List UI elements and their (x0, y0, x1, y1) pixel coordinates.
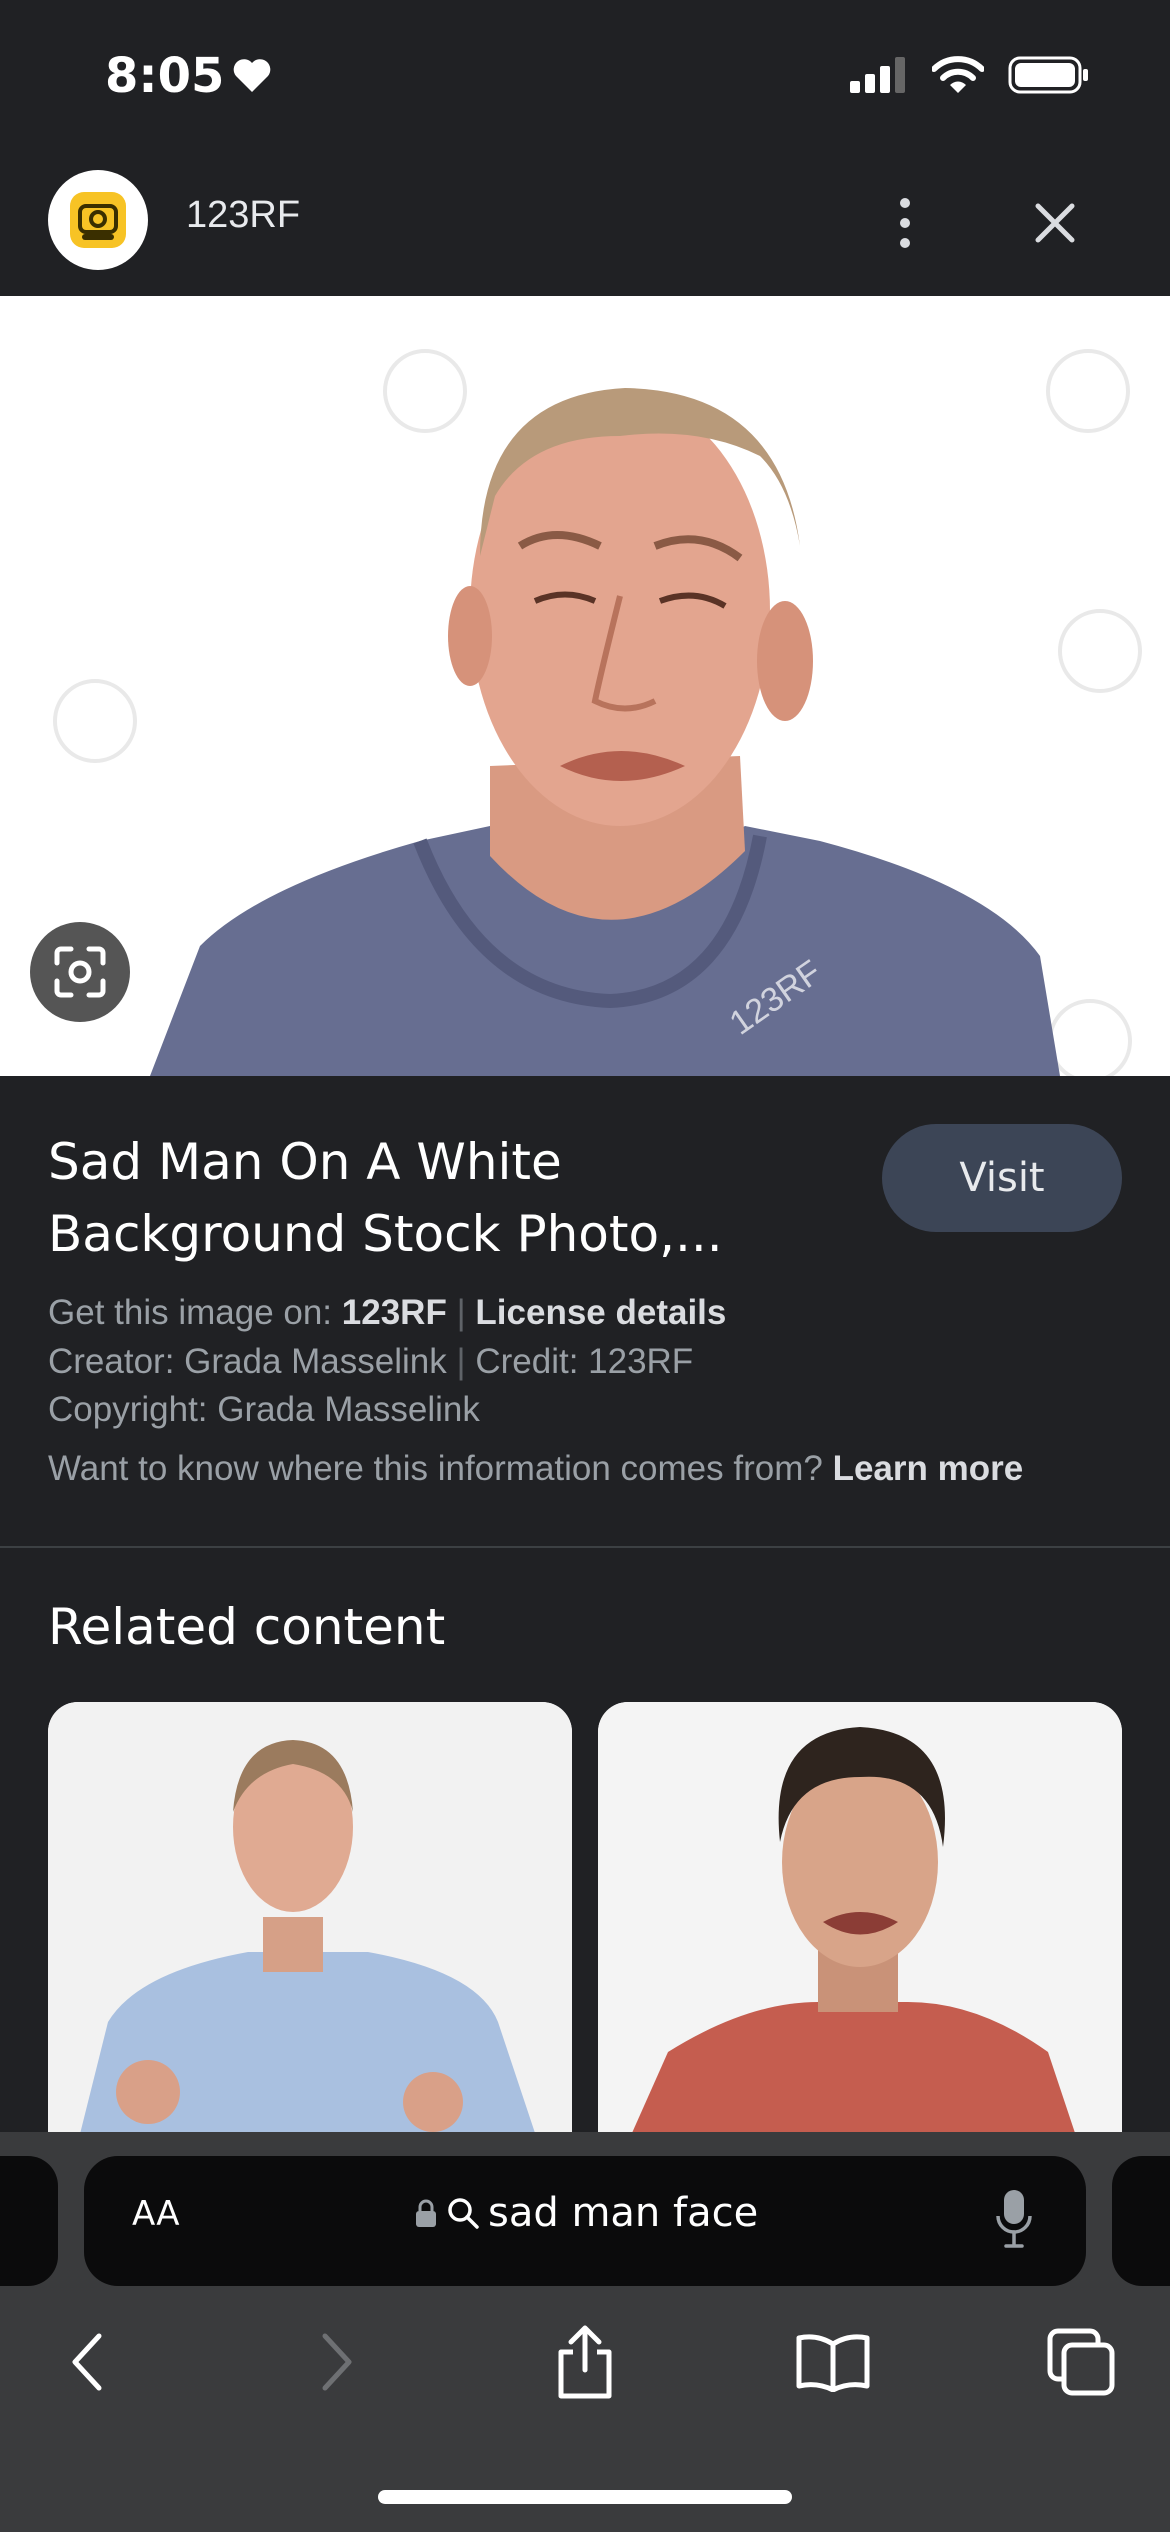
status-bar: 8:05 (0, 0, 1170, 150)
battery-icon (1008, 56, 1088, 94)
forward-icon (322, 2333, 352, 2391)
more-options-button[interactable] (880, 188, 930, 258)
visit-button[interactable]: Visit (882, 1124, 1122, 1232)
credit-text: Credit: 123RF (475, 1342, 694, 1381)
related-thumbnail (48, 1702, 572, 2142)
related-thumbnail (598, 1702, 1122, 2142)
get-image-label: Get this image on: (48, 1293, 333, 1332)
related-item[interactable] (48, 1702, 572, 2142)
wifi-icon (932, 56, 984, 93)
previous-tab-preview[interactable] (0, 2156, 58, 2286)
learn-more-link[interactable]: Learn more (833, 1449, 1024, 1488)
share-button[interactable] (540, 2322, 630, 2402)
tabs-button[interactable] (1036, 2322, 1126, 2402)
more-vertical-icon (900, 198, 910, 248)
bookmarks-button[interactable] (788, 2322, 878, 2402)
get-image-source-link[interactable]: 123RF (342, 1293, 447, 1332)
lock-icon (416, 2199, 436, 2227)
next-tab-preview[interactable] (1112, 2156, 1170, 2286)
status-time: 8:05 (105, 48, 225, 104)
sad-man-photo: 123RF (0, 296, 1170, 1076)
search-icon (448, 2198, 479, 2229)
source-header: 123RF (0, 150, 1170, 297)
source-line: Get this image on: 123RF | License detai… (48, 1293, 726, 1333)
123rf-logo-icon[interactable] (48, 170, 148, 270)
close-button[interactable] (1020, 188, 1090, 258)
related-content-heading: Related content (48, 1598, 446, 1656)
tabs-icon (1047, 2328, 1115, 2396)
aa-label: AA (132, 2194, 180, 2234)
related-item[interactable] (598, 1702, 1122, 2142)
microphone-icon[interactable] (994, 2188, 1034, 2250)
google-lens-button[interactable] (30, 922, 130, 1022)
separator: | (456, 1293, 466, 1332)
share-icon (558, 2325, 612, 2399)
creator-text: Creator: Grada Masselink (48, 1342, 447, 1381)
bookmarks-icon (796, 2334, 870, 2392)
source-name[interactable]: 123RF (186, 194, 300, 237)
back-icon (72, 2333, 102, 2391)
copyright-line: Copyright: Grada Masselink (48, 1390, 480, 1429)
image-title[interactable]: Sad Man On A White Background Stock Phot… (48, 1126, 768, 1270)
preview-image[interactable]: 123RF (0, 296, 1170, 1076)
license-details-link[interactable]: License details (475, 1293, 726, 1332)
close-icon (1035, 203, 1075, 243)
url-display[interactable]: sad man face (414, 2190, 758, 2236)
image-details: Sad Man On A White Background Stock Phot… (0, 1076, 1170, 1548)
address-bar[interactable]: AA sad man face (84, 2156, 1086, 2286)
google-lens-icon (54, 946, 106, 998)
separator: | (456, 1342, 466, 1381)
creator-line: Creator: Grada Masselink | Credit: 123RF (48, 1342, 693, 1382)
back-button[interactable] (42, 2322, 132, 2402)
forward-button[interactable] (292, 2322, 382, 2402)
info-question: Want to know where this information come… (48, 1449, 823, 1488)
cellular-signal-icon (850, 57, 905, 93)
reader-settings-button[interactable]: AA (132, 2194, 179, 2234)
status-icons (850, 56, 1090, 94)
info-source-line: Want to know where this information come… (48, 1449, 1023, 1489)
heart-icon (233, 59, 271, 92)
search-query-text: sad man face (488, 2190, 759, 2236)
home-indicator[interactable] (378, 2490, 792, 2504)
